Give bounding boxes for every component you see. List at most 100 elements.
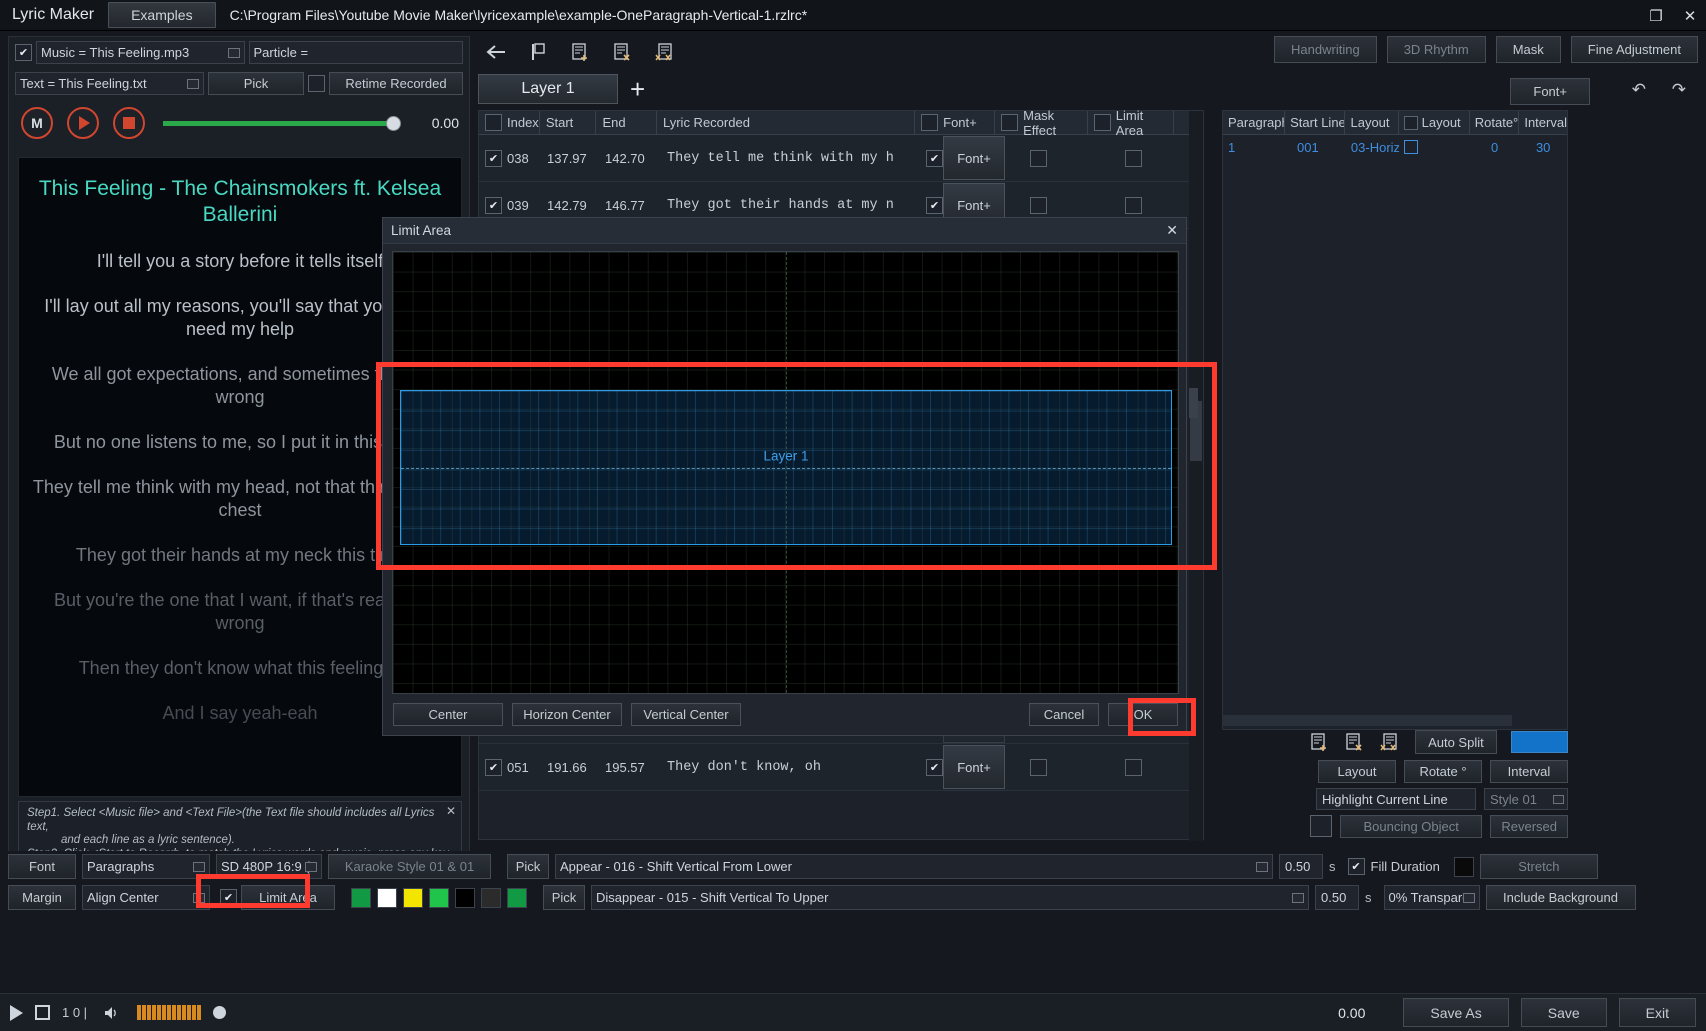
auto-split-button[interactable]: Auto Split bbox=[1415, 730, 1497, 754]
th-paragraph[interactable]: Paragraph bbox=[1223, 110, 1286, 135]
margin-button[interactable]: Margin bbox=[8, 885, 76, 910]
th-start[interactable]: Start bbox=[540, 110, 597, 135]
add-paragraph-icon[interactable] bbox=[1310, 730, 1331, 754]
row-checkbox[interactable] bbox=[485, 149, 502, 167]
th-limit-area[interactable]: Limit Area bbox=[1088, 108, 1174, 138]
chevron-down-icon[interactable] bbox=[1256, 861, 1268, 872]
appear-duration-field[interactable]: 0.50 bbox=[1279, 854, 1323, 879]
row-mask-checkbox[interactable] bbox=[1030, 196, 1047, 214]
undo-icon[interactable]: ↶ bbox=[1632, 80, 1646, 100]
layout-all-checkbox[interactable] bbox=[1403, 115, 1418, 130]
flag-icon[interactable] bbox=[526, 40, 552, 64]
select-all-checkbox[interactable] bbox=[485, 114, 502, 131]
limit-area-checkbox[interactable] bbox=[220, 889, 237, 906]
cancel-button[interactable]: Cancel bbox=[1029, 702, 1099, 726]
paragraph-row[interactable]: 1 001 03-Horizo 0 30 bbox=[1223, 135, 1567, 159]
vertical-center-button[interactable]: Vertical Center bbox=[631, 702, 741, 726]
music-checkbox[interactable] bbox=[15, 44, 32, 61]
add-line-icon[interactable] bbox=[568, 40, 594, 64]
delete-line-icon[interactable] bbox=[610, 40, 636, 64]
save-button[interactable]: Save bbox=[1520, 998, 1607, 1027]
3d-rhythm-button[interactable]: 3D Rhythm bbox=[1386, 36, 1486, 63]
volume-knob[interactable] bbox=[213, 1006, 227, 1019]
chevron-down-icon[interactable] bbox=[187, 78, 199, 89]
layer-tab-1[interactable]: Layer 1 bbox=[478, 74, 618, 104]
retime-checkbox[interactable] bbox=[308, 75, 325, 92]
bouncing-object-checkbox[interactable] bbox=[1310, 815, 1332, 837]
reversed-button[interactable]: Reversed bbox=[1490, 815, 1568, 838]
volume-icon[interactable] bbox=[99, 1001, 125, 1025]
add-layer-icon[interactable]: + bbox=[630, 76, 645, 102]
appear-pick-button[interactable]: Pick bbox=[507, 854, 549, 879]
center-button[interactable]: Center bbox=[393, 702, 503, 726]
row-font-checkbox[interactable] bbox=[926, 196, 943, 214]
color-swatch-2[interactable] bbox=[377, 887, 397, 908]
mask-effect-all-checkbox[interactable] bbox=[1001, 114, 1019, 131]
karaoke-style-button[interactable]: Karaoke Style 01 & 01 bbox=[328, 854, 491, 879]
include-background-button[interactable]: Include Background bbox=[1485, 885, 1636, 910]
row-font-plus-button[interactable]: Font+ bbox=[943, 745, 1005, 789]
font-plus-button[interactable]: Font+ bbox=[1510, 78, 1590, 105]
restore-icon[interactable]: ❐ bbox=[1646, 7, 1666, 25]
music-file-combo[interactable]: Music = This Feeling.mp3 bbox=[36, 41, 245, 64]
examples-button[interactable]: Examples bbox=[108, 2, 216, 28]
font-plus-all-checkbox[interactable] bbox=[921, 114, 939, 131]
bouncing-object-button[interactable]: Bouncing Object bbox=[1340, 815, 1483, 838]
slider-knob[interactable] bbox=[386, 115, 401, 131]
mask-button[interactable]: Mask bbox=[1495, 36, 1561, 63]
chevron-down-icon[interactable] bbox=[1462, 892, 1475, 903]
table-row[interactable]: 051 191.66 195.57 They don't know, oh Fo… bbox=[479, 744, 1203, 791]
chevron-down-icon[interactable] bbox=[1553, 794, 1564, 804]
color-swatch-6[interactable] bbox=[481, 887, 501, 908]
row-checkbox[interactable] bbox=[485, 196, 502, 214]
color-swatch-7[interactable] bbox=[507, 887, 527, 908]
particle-combo[interactable]: Particle = bbox=[248, 41, 463, 64]
row-limit-checkbox[interactable] bbox=[1125, 196, 1142, 214]
text-file-combo[interactable]: Text = This Feeling.txt bbox=[15, 72, 204, 95]
chevron-down-icon[interactable] bbox=[193, 892, 205, 903]
table-vertical-scrollbar[interactable] bbox=[1189, 111, 1203, 841]
resolution-combo[interactable]: SD 480P 16:9 ( bbox=[216, 854, 322, 879]
limit-area-button[interactable]: Limit Area bbox=[241, 885, 335, 910]
record-button[interactable]: M bbox=[21, 107, 53, 139]
play-icon[interactable] bbox=[10, 1004, 23, 1021]
color-swatch-1[interactable] bbox=[351, 887, 371, 908]
color-swatch-3[interactable] bbox=[403, 887, 423, 908]
redo-icon[interactable]: ↷ bbox=[1672, 80, 1686, 100]
font-button[interactable]: Font bbox=[8, 854, 76, 879]
row-mask-checkbox[interactable] bbox=[1030, 149, 1047, 167]
row-font-checkbox[interactable] bbox=[926, 149, 943, 167]
chevron-down-icon[interactable] bbox=[193, 861, 205, 872]
th-index[interactable]: Index bbox=[479, 110, 540, 135]
th-end[interactable]: End bbox=[596, 110, 657, 135]
dialog-scroll-handle[interactable] bbox=[1189, 388, 1198, 418]
stop-button[interactable] bbox=[113, 107, 145, 139]
handwriting-button[interactable]: Handwriting bbox=[1274, 36, 1377, 63]
row-font-plus-button[interactable]: Font+ bbox=[943, 136, 1005, 180]
layout-button[interactable]: Layout bbox=[1318, 760, 1396, 783]
retime-recorded-button[interactable]: Retime Recorded bbox=[329, 72, 463, 95]
limit-area-control[interactable]: Limit Area bbox=[220, 885, 335, 910]
fine-adjustment-button[interactable]: Fine Adjustment bbox=[1570, 36, 1698, 63]
back-arrow-icon[interactable] bbox=[484, 40, 510, 64]
color-swatch-4[interactable] bbox=[429, 887, 449, 908]
limit-area-selection[interactable]: Layer 1 bbox=[400, 390, 1172, 545]
pick-button[interactable]: Pick bbox=[208, 72, 304, 95]
paragraph-layout-checkbox[interactable] bbox=[1403, 140, 1418, 154]
limit-area-canvas[interactable]: Layer 1 bbox=[392, 251, 1179, 694]
th-lyric-recorded[interactable]: Lyric Recorded bbox=[657, 110, 916, 135]
disappear-effect-combo[interactable]: Disappear - 015 - Shift Vertical To Uppe… bbox=[591, 885, 1309, 910]
row-limit-checkbox[interactable] bbox=[1125, 758, 1142, 776]
row-lyric[interactable]: They tell me think with my h bbox=[661, 135, 926, 182]
table-row[interactable]: 038 137.97 142.70 They tell me think wit… bbox=[479, 135, 1203, 182]
close-icon[interactable]: ✕ bbox=[446, 804, 456, 819]
chevron-down-icon[interactable] bbox=[227, 47, 240, 58]
row-mask-checkbox[interactable] bbox=[1030, 758, 1047, 776]
th-layout-toggle[interactable]: Layout bbox=[1399, 110, 1470, 135]
stretch-color-swatch[interactable] bbox=[1453, 856, 1474, 877]
th-interval[interactable]: Interval bbox=[1519, 111, 1567, 135]
fill-duration-checkbox[interactable] bbox=[1347, 858, 1365, 875]
accent-color-swatch[interactable] bbox=[1510, 731, 1568, 753]
disappear-pick-button[interactable]: Pick bbox=[543, 885, 585, 910]
interval-button[interactable]: Interval bbox=[1490, 760, 1568, 783]
